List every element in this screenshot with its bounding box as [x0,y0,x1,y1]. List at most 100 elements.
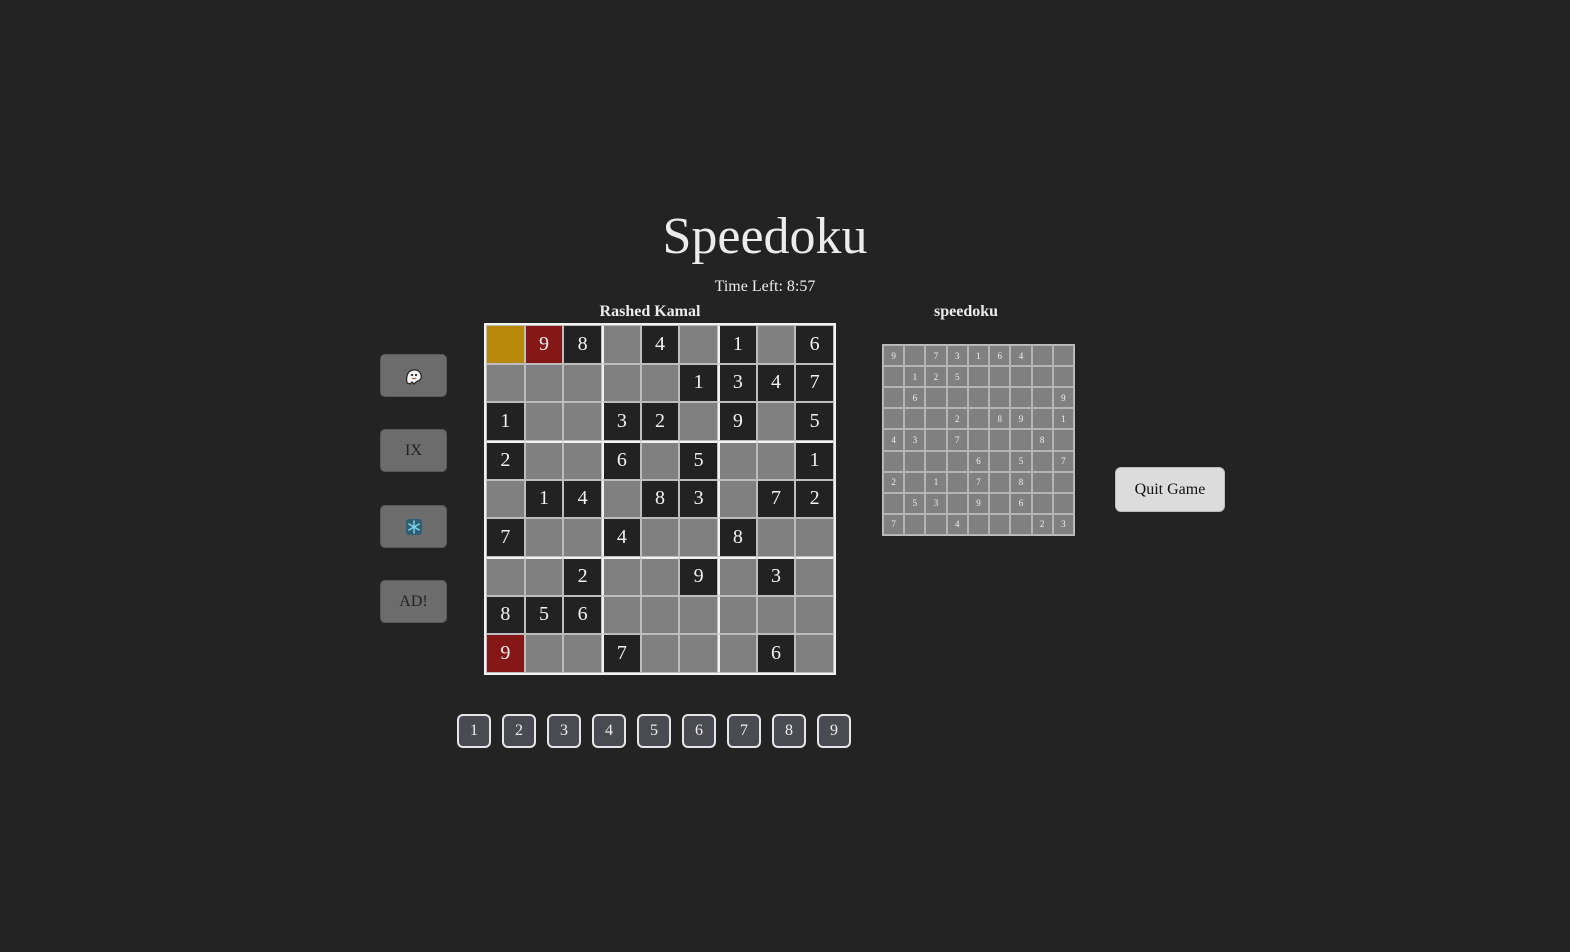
board-cell[interactable] [486,363,525,403]
number-button-1[interactable]: 1 [457,714,491,748]
board-cell[interactable]: 1 [486,402,525,441]
board-cell[interactable] [718,557,757,596]
board-cell[interactable] [524,363,564,403]
board-cell[interactable] [756,518,796,557]
board-cell[interactable]: 6 [795,325,834,364]
board-cell[interactable] [679,518,718,557]
board-cell[interactable] [756,402,796,441]
board-cell[interactable] [602,363,641,403]
board-cell[interactable]: 4 [602,518,641,557]
board-cell[interactable]: 1 [524,479,564,519]
board-cell[interactable]: 7 [756,479,796,519]
number-button-3[interactable]: 3 [547,714,581,748]
board-cell[interactable] [679,325,718,364]
board-cell[interactable]: 6 [563,595,602,635]
board-cell[interactable] [756,325,796,364]
board-cell[interactable] [602,479,641,519]
board-cell[interactable]: 1 [795,441,834,480]
board-cell[interactable] [679,402,718,441]
board-cell[interactable] [563,402,602,441]
board-cell[interactable] [524,557,564,596]
board-cell[interactable] [640,363,680,403]
board-cell[interactable]: 3 [756,557,796,596]
board-cell[interactable] [524,518,564,557]
board-cell[interactable]: 5 [679,441,718,480]
board-cell[interactable] [563,634,602,673]
board-cell[interactable] [486,325,525,364]
number-button-6[interactable]: 6 [682,714,716,748]
number-button-2[interactable]: 2 [502,714,536,748]
board-cell[interactable] [640,595,680,635]
board-cell[interactable]: 7 [602,634,641,673]
board-cell[interactable] [679,634,718,673]
board-cell[interactable]: 8 [718,518,757,557]
opponent-board-cell: 8 [989,408,1011,430]
board-cell[interactable]: 9 [486,634,525,673]
board-cell[interactable]: 1 [679,363,718,403]
board-cell[interactable]: 1 [718,325,757,364]
ad-powerup-button[interactable]: AD! [380,580,447,623]
ghost-powerup-button[interactable] [380,354,447,397]
opponent-board-cell [967,387,990,409]
board-cell[interactable]: 7 [795,363,834,403]
board-cell[interactable]: 9 [718,402,757,441]
board-cell[interactable] [640,518,680,557]
board-cell[interactable]: 2 [563,557,602,596]
board-cell[interactable] [756,441,796,480]
board-cell[interactable] [602,595,641,635]
board-cell[interactable] [718,634,757,673]
board-cell[interactable]: 5 [524,595,564,635]
board-cell[interactable]: 9 [679,557,718,596]
board-cell[interactable] [795,557,834,596]
board-cell[interactable]: 9 [524,325,564,364]
board-cell[interactable]: 3 [679,479,718,519]
quit-game-button[interactable]: Quit Game [1115,467,1225,512]
board-cell[interactable] [486,557,525,596]
board-cell[interactable] [795,634,834,673]
board-cell[interactable]: 6 [602,441,641,480]
board-cell[interactable] [640,634,680,673]
board-cell[interactable]: 4 [640,325,680,364]
board-cell[interactable] [524,441,564,480]
board-cell[interactable] [795,518,834,557]
board-cell[interactable] [640,441,680,480]
board-cell[interactable] [679,595,718,635]
freeze-powerup-button[interactable] [380,505,447,548]
number-button-8[interactable]: 8 [772,714,806,748]
board-cell[interactable] [563,363,602,403]
board-cell[interactable]: 4 [563,479,602,519]
ix-powerup-button[interactable]: IX [380,429,447,472]
board-cell[interactable]: 8 [563,325,602,364]
board-cell[interactable] [563,441,602,480]
number-button-7[interactable]: 7 [727,714,761,748]
board-cell[interactable] [563,518,602,557]
board-cell[interactable]: 2 [640,402,680,441]
board-cell[interactable] [795,595,834,635]
opponent-board-cell: 9 [1010,408,1032,430]
board-cell[interactable]: 5 [795,402,834,441]
board-cell[interactable] [524,634,564,673]
board-cell[interactable] [602,325,641,364]
board-cell[interactable] [756,595,796,635]
board-cell[interactable]: 7 [486,518,525,557]
board-cell[interactable] [524,402,564,441]
number-button-4[interactable]: 4 [592,714,626,748]
board-cell[interactable]: 3 [718,363,757,403]
opponent-board-cell: 5 [946,366,968,388]
number-button-5[interactable]: 5 [637,714,671,748]
board-cell[interactable]: 8 [640,479,680,519]
board-cell[interactable]: 2 [486,441,525,480]
board-cell[interactable]: 2 [795,479,834,519]
board-cell[interactable] [718,595,757,635]
board-cell[interactable]: 8 [486,595,525,635]
board-cell[interactable] [718,479,757,519]
board-cell[interactable] [486,479,525,519]
board-cell[interactable]: 3 [602,402,641,441]
opponent-board-cell: 7 [925,345,947,367]
board-cell[interactable]: 4 [756,363,796,403]
board-cell[interactable] [602,557,641,596]
board-cell[interactable] [718,441,757,480]
board-cell[interactable]: 6 [756,634,796,673]
board-cell[interactable] [640,557,680,596]
number-button-9[interactable]: 9 [817,714,851,748]
